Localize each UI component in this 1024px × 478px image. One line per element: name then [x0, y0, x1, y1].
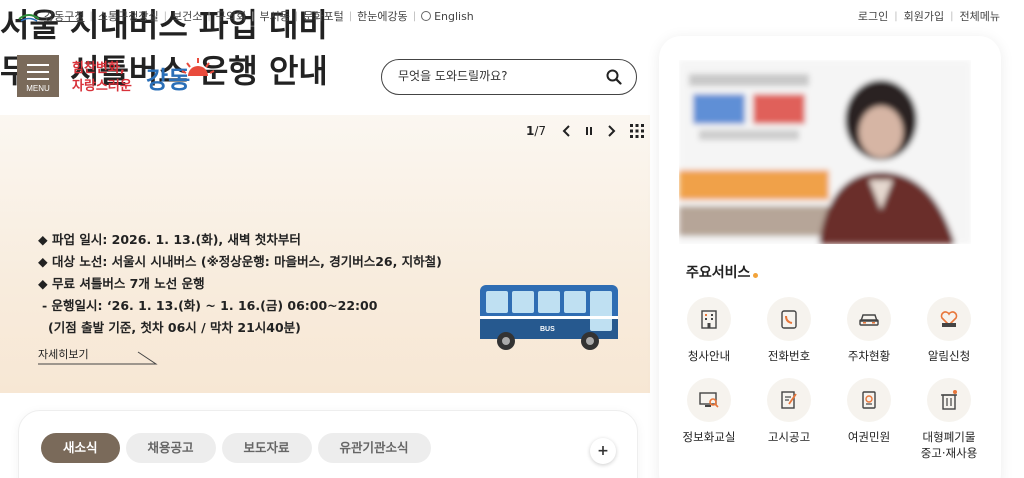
service-label: 여권민원: [847, 430, 891, 444]
sitemap-link[interactable]: 전체메뉴: [960, 8, 1000, 24]
globe-icon: [421, 11, 432, 21]
link-gangdong-gu[interactable]: 강동구청: [44, 8, 84, 24]
tab-press-release[interactable]: 보도자료: [221, 433, 312, 463]
next-icon[interactable]: [606, 125, 616, 137]
detail-departure-note: (기점 출발 기준, 첫차 06시 / 막차 21시40분): [48, 320, 301, 335]
service-bulky-waste[interactable]: 대형폐기물 중고·재사용: [909, 378, 989, 461]
service-notification-request[interactable]: 알림신청: [909, 297, 989, 364]
tab-news[interactable]: 새소식: [41, 433, 120, 463]
service-building-guide[interactable]: 청사안내: [669, 297, 749, 364]
link-dong[interactable]: 부서동: [259, 8, 289, 24]
brand-slogan-line2: 자랑스러운: [72, 78, 132, 94]
brand-name: 강동: [146, 66, 190, 94]
service-label: 전화번호: [767, 349, 811, 363]
link-at-a-glance[interactable]: 한눈에강동: [357, 8, 408, 24]
link-council[interactable]: 구의회: [216, 8, 246, 24]
passport-icon: [847, 378, 891, 422]
more-news-button[interactable]: +: [590, 438, 616, 464]
service-passport[interactable]: 여권민원: [829, 378, 909, 445]
search-icon[interactable]: [606, 69, 622, 85]
service-label: 대형폐기물 중고·재사용: [920, 430, 978, 460]
utility-bar: 강동구청 | 소통구청장실 | 보건소 | 구의회 | 부서동 | 문화포털 | 한눈에강동…: [0, 0, 1024, 32]
right-panel: 주요서비스 청사안내 전화번호 주차현황 알림신청 정보화교실 고시공고 여권민…: [659, 36, 1001, 478]
service-phone-directory[interactable]: 전화번호: [749, 297, 829, 364]
trash-bin-icon: [927, 378, 971, 422]
services-title: 주요서비스: [686, 262, 759, 282]
pager-count: 1/7: [526, 124, 547, 138]
detail-target-route: ◆ 대상 노선: 서울시 시내버스 (※정상운행: 마을버스, 경기버스26, …: [38, 254, 442, 269]
banner-details: ◆ 파업 일시: 2026. 1. 13.(화), 새벽 첫차부터 ◆ 대상 노…: [38, 229, 442, 339]
notice-pen-icon: [767, 378, 811, 422]
detail-operating-hours: - 운행일시: ‘26. 1. 13.(화) ~ 1. 16.(금) 06:00…: [42, 298, 378, 313]
pause-icon[interactable]: [584, 125, 594, 137]
tab-related-agencies[interactable]: 유관기관소식: [317, 433, 431, 463]
detail-strike-date: ◆ 파업 일시: 2026. 1. 13.(화), 새벽 첫차부터: [38, 232, 301, 247]
gangdong-logo[interactable]: 힘찬변화, 자랑스러운 강동: [70, 54, 220, 100]
menu-label: MENU: [26, 84, 50, 93]
mayor-banner-image[interactable]: [679, 60, 971, 244]
bus-illustration-icon: BUS: [480, 285, 618, 350]
service-it-classroom[interactable]: 정보화교실: [669, 378, 749, 445]
monitor-search-icon: [687, 378, 731, 422]
banner-pager: 1/7: [526, 124, 645, 138]
service-label: 정보화교실: [682, 430, 736, 444]
more-arrow-line-icon: [38, 351, 158, 365]
search-input[interactable]: [398, 69, 598, 83]
link-culture-portal[interactable]: 문화포털: [303, 8, 343, 24]
site-links: 강동구청 | 소통구청장실 | 보건소 | 구의회 | 부서동 | 문화포털 | 한눈에강동…: [18, 8, 474, 24]
account-links: 로그인 | 회원가입 | 전체메뉴: [857, 8, 1000, 24]
wish-heart-icon: [927, 297, 971, 341]
hamburger-icon: [27, 64, 49, 85]
search-box: [381, 59, 637, 95]
tab-recruitment[interactable]: 채용공고: [125, 433, 216, 463]
link-mayor-office[interactable]: 소통구청장실: [98, 8, 159, 24]
brand-slogan-line1: 힘찬변화,: [72, 60, 125, 76]
phone-icon: [767, 297, 811, 341]
link-health-center[interactable]: 보건소: [172, 8, 202, 24]
gangdong-mini-logo-icon: [18, 14, 40, 22]
building-icon: [687, 297, 731, 341]
service-label: 주차현황: [847, 349, 891, 363]
service-parking-status[interactable]: 주차현황: [829, 297, 909, 364]
login-link[interactable]: 로그인: [858, 8, 888, 24]
service-label: 알림신청: [927, 349, 971, 363]
service-label: 고시공고: [767, 430, 811, 444]
news-panel: 새소식 채용공고 보도자료 유관기관소식 +: [18, 410, 638, 478]
bus-label: BUS: [540, 326, 555, 333]
news-tabs: 새소식 채용공고 보도자료 유관기관소식: [41, 433, 437, 463]
title-dot-icon: [753, 273, 759, 278]
service-public-notice[interactable]: 고시공고: [749, 378, 829, 445]
menu-button[interactable]: MENU: [17, 55, 59, 97]
link-english[interactable]: English: [434, 10, 474, 23]
service-label: 청사안내: [687, 349, 731, 363]
detail-shuttle-routes: ◆ 무료 셔틀버스 7개 노선 운행: [38, 276, 205, 291]
prev-icon[interactable]: [562, 125, 572, 137]
car-icon: [847, 297, 891, 341]
grid-view-icon[interactable]: [630, 124, 645, 138]
signup-link[interactable]: 회원가입: [904, 8, 944, 24]
